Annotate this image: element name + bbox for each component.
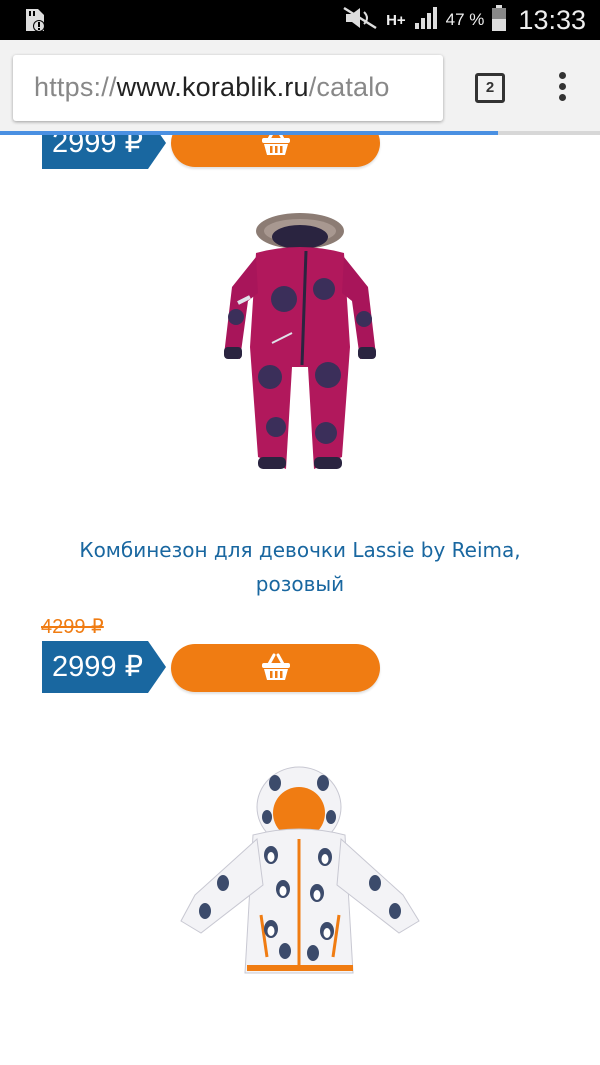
tab-switcher-button[interactable]: 2 [475, 73, 505, 103]
clock: 13:33 [518, 4, 586, 35]
price-value: 2999 ₽ [52, 651, 144, 683]
price-tag: 2999 ₽ [42, 641, 166, 693]
battery-icon [492, 5, 507, 35]
browser-toolbar: https://www.korablik.ru/catalo 2 [0, 40, 600, 132]
url-path: /catalo [308, 72, 390, 102]
page-content: 2999 ₽ Комбинезон для девочки Lassie by … [0, 135, 600, 1065]
battery-percent: 47 % [445, 10, 485, 29]
penguin-jacket-image[interactable] [175, 765, 425, 989]
price-value: 2999 ₽ [52, 135, 144, 159]
network-type: H+ [386, 11, 406, 29]
add-to-cart-button[interactable] [171, 644, 380, 692]
url-domain: www.korablik.ru [116, 72, 309, 102]
mute-icon [342, 6, 378, 34]
add-to-cart-button[interactable] [171, 135, 380, 167]
url-text: https://www.korablik.ru/catalo [34, 72, 390, 103]
basket-icon [262, 653, 290, 680]
pink-snowsuit-image[interactable] [210, 207, 390, 501]
menu-dots-icon[interactable] [552, 72, 572, 104]
status-bar: H+ 47 % 13:33 [0, 0, 600, 40]
url-bar[interactable]: https://www.korablik.ru/catalo [13, 55, 443, 121]
signal-icon [414, 6, 438, 34]
basket-icon [262, 135, 290, 155]
sd-card-icon [20, 6, 48, 38]
old-price: 4299 ₽ [41, 616, 104, 638]
product-title-link[interactable]: Комбинезон для девочки Lassie by Reima, … [40, 533, 560, 601]
url-scheme: https:// [34, 72, 117, 102]
price-tag: 2999 ₽ [42, 135, 166, 169]
